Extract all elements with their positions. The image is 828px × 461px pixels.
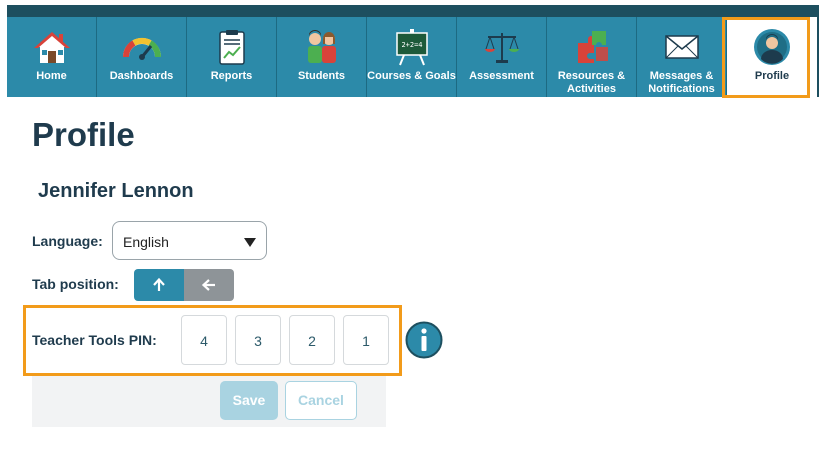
tab-dashboards[interactable]: Dashboards — [97, 17, 187, 97]
tab-reports[interactable]: Reports — [187, 17, 277, 97]
students-icon — [307, 30, 336, 63]
cancel-button[interactable]: Cancel — [285, 381, 357, 420]
caret-down-icon — [244, 238, 256, 247]
pin-digit-4[interactable]: 1 — [343, 315, 389, 365]
profile-avatar-icon — [754, 29, 790, 65]
nav-top-strip — [7, 5, 819, 17]
tab-assessment[interactable]: Assessment — [457, 17, 547, 97]
tab-position-left-button[interactable] — [184, 269, 234, 301]
language-selected-value: English — [123, 234, 169, 250]
pin-digit-1[interactable]: 4 — [181, 315, 227, 365]
tab-courses-goals[interactable]: 2+2=4 Courses & Goals — [367, 17, 457, 97]
language-select[interactable]: English — [112, 221, 267, 260]
tab-messages-notifications[interactable]: Messages & Notifications — [637, 17, 727, 97]
easel-icon: 2+2=4 — [395, 29, 428, 66]
page-title: Profile — [32, 116, 135, 153]
tab-assessment-label: Assessment — [469, 70, 534, 82]
left-arrow-icon — [201, 279, 215, 291]
tab-position-top-button[interactable] — [134, 269, 184, 301]
tab-reports-label: Reports — [210, 70, 253, 82]
tab-dashboards-label: Dashboards — [109, 70, 174, 82]
puzzle-icon — [577, 31, 608, 63]
svg-text:2+2=4: 2+2=4 — [401, 41, 422, 49]
envelope-icon — [664, 35, 699, 59]
tab-messages-notifications-label: Messages & Notifications — [648, 70, 715, 95]
gauge-icon — [122, 37, 161, 60]
pin-digit-3[interactable]: 2 — [289, 315, 335, 365]
save-button[interactable]: Save — [220, 381, 278, 420]
tab-courses-goals-label: Courses & Goals — [367, 70, 456, 82]
teacher-tools-pin-label: Teacher Tools PIN: — [32, 332, 157, 348]
clipboard-chart-icon — [218, 30, 245, 65]
tab-profile[interactable]: Profile — [727, 17, 817, 97]
nav-tabs: Home Dashboards Reports Students 2+2=4 C… — [7, 17, 817, 97]
tab-resources-activities-label: Resources & Activities — [557, 70, 626, 95]
language-label: Language: — [32, 233, 103, 249]
top-navigation: Home Dashboards Reports Students 2+2=4 C… — [7, 5, 819, 97]
tab-students-label: Students — [297, 70, 346, 82]
tab-home[interactable]: Home — [7, 17, 97, 97]
house-icon — [33, 32, 70, 63]
user-name: Jennifer Lennon — [38, 180, 194, 202]
tab-home-label: Home — [36, 70, 67, 82]
tab-position-label: Tab position: — [32, 276, 119, 292]
up-arrow-icon — [153, 277, 165, 291]
tab-resources-activities[interactable]: Resources & Activities — [547, 17, 637, 97]
scales-icon — [484, 33, 519, 63]
tab-profile-label: Profile — [754, 70, 790, 82]
pin-digit-2[interactable]: 3 — [235, 315, 281, 365]
tab-students[interactable]: Students — [277, 17, 367, 97]
info-icon[interactable] — [405, 321, 443, 359]
